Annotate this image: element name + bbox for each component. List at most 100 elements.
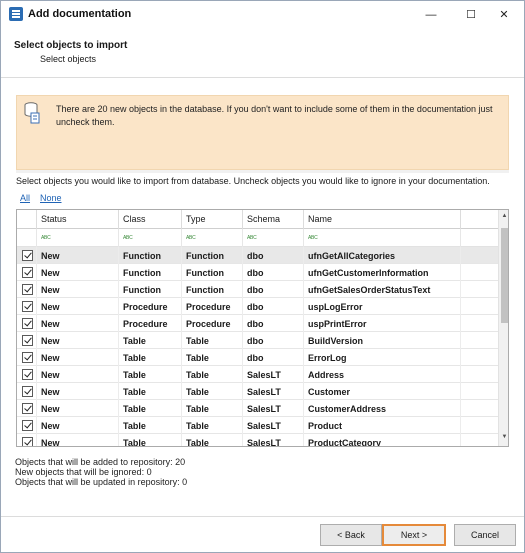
vertical-scrollbar[interactable]: ▲ ▼ [498, 210, 508, 446]
cell-name: ufnGetAllCategories [304, 247, 461, 264]
filter-icon[interactable]: ABC [41, 234, 55, 243]
cell-name: Address [304, 366, 461, 383]
close-button[interactable]: ✕ [484, 1, 524, 28]
row-checkbox[interactable] [22, 318, 33, 329]
cell-name: uspPrintError [304, 315, 461, 332]
cell-checkbox [17, 264, 37, 281]
filter-cell-name[interactable]: ABC [304, 229, 461, 247]
row-checkbox[interactable] [22, 386, 33, 397]
cell-class: Table [119, 400, 182, 417]
table-row[interactable]: New Table Table SalesLT Customer [17, 383, 498, 400]
minimize-button[interactable]: — [411, 1, 451, 28]
row-checkbox[interactable] [22, 403, 33, 414]
cell-schema: dbo [243, 264, 304, 281]
table-row[interactable]: New Table Table SalesLT Address [17, 366, 498, 383]
table-row[interactable]: New Function Function dbo ufnGetSalesOrderSt… [17, 281, 498, 298]
cell-class: Procedure [119, 298, 182, 315]
app-icon [9, 7, 23, 21]
scroll-thumb[interactable] [501, 228, 508, 323]
select-none-link[interactable]: None [40, 193, 62, 203]
table-row[interactable]: New Table Table SalesLT Product [17, 417, 498, 434]
wizard-body: There are 20 new objects in the database… [1, 79, 524, 517]
cell-type: Table [182, 383, 243, 400]
cell-checkbox [17, 315, 37, 332]
cancel-button[interactable]: Cancel [454, 524, 516, 546]
cell-type: Table [182, 349, 243, 366]
scroll-down-icon[interactable]: ▼ [501, 434, 508, 444]
cell-class: Procedure [119, 315, 182, 332]
cell-status: New [37, 247, 119, 264]
table-row[interactable]: New Procedure Procedure dbo uspLogError [17, 298, 498, 315]
filter-icon[interactable]: ABC [186, 234, 200, 243]
filter-cell-class[interactable]: ABC [119, 229, 182, 247]
cell-type: Table [182, 332, 243, 349]
column-header-class[interactable]: Class [119, 210, 182, 229]
next-button[interactable]: Next > [382, 524, 446, 546]
row-checkbox[interactable] [22, 369, 33, 380]
table-row[interactable]: New Procedure Procedure dbo uspPrintError [17, 315, 498, 332]
column-header-schema[interactable]: Schema [243, 210, 304, 229]
row-checkbox[interactable] [22, 250, 33, 261]
filter-icon[interactable]: ABC [247, 234, 261, 243]
cell-schema: SalesLT [243, 383, 304, 400]
column-header-status[interactable]: Status [37, 210, 119, 229]
cell-schema: SalesLT [243, 434, 304, 446]
cell-type: Function [182, 281, 243, 298]
row-checkbox[interactable] [22, 352, 33, 363]
cell-class: Table [119, 434, 182, 446]
cell-class: Table [119, 349, 182, 366]
step-title: Select objects to import [14, 40, 128, 51]
cell-checkbox [17, 400, 37, 417]
cell-class: Table [119, 383, 182, 400]
cell-checkbox [17, 366, 37, 383]
footer-divider [1, 516, 524, 517]
cell-status: New [37, 366, 119, 383]
filter-cell-status[interactable]: ABC [37, 229, 119, 247]
cell-name: CustomerAddress [304, 400, 461, 417]
cell-checkbox [17, 383, 37, 400]
cell-status: New [37, 417, 119, 434]
column-header-name[interactable]: Name [304, 210, 461, 229]
filter-cell-type[interactable]: ABC [182, 229, 243, 247]
table-row[interactable]: New Table Table SalesLT ProductCategory [17, 434, 498, 446]
table-row[interactable]: New Table Table dbo ErrorLog [17, 349, 498, 366]
row-checkbox[interactable] [22, 437, 33, 446]
cell-type: Procedure [182, 298, 243, 315]
table-row[interactable]: New Table Table SalesLT CustomerAddress [17, 400, 498, 417]
select-all-link[interactable]: All [20, 193, 30, 203]
cell-schema: dbo [243, 349, 304, 366]
summary-updated: Objects that will be updated in reposito… [15, 477, 188, 487]
cell-checkbox [17, 434, 37, 446]
info-message: There are 20 new objects in the database… [56, 104, 493, 127]
cell-status: New [37, 349, 119, 366]
scroll-up-icon[interactable]: ▲ [501, 213, 508, 223]
back-button[interactable]: < Back [320, 524, 382, 546]
cell-schema: SalesLT [243, 400, 304, 417]
row-checkbox[interactable] [22, 267, 33, 278]
filter-icon[interactable]: ABC [308, 234, 322, 243]
table-row[interactable]: New Function Function dbo ufnGetCustomerInfo… [17, 264, 498, 281]
row-checkbox[interactable] [22, 420, 33, 431]
cell-status: New [37, 332, 119, 349]
cell-class: Function [119, 247, 182, 264]
cell-schema: SalesLT [243, 417, 304, 434]
cell-class: Table [119, 332, 182, 349]
column-header-type[interactable]: Type [182, 210, 243, 229]
window-title: Add documentation [28, 8, 132, 20]
objects-grid[interactable]: Status Class Type Schema Name ABC ABC AB… [16, 209, 509, 447]
cell-type: Function [182, 264, 243, 281]
cell-status: New [37, 400, 119, 417]
filter-cell-schema[interactable]: ABC [243, 229, 304, 247]
dialog-window: Add documentation — ☐ ✕ Select objects t… [0, 0, 525, 553]
row-checkbox[interactable] [22, 284, 33, 295]
cell-schema: SalesLT [243, 366, 304, 383]
table-row[interactable]: New Table Table dbo BuildVersion [17, 332, 498, 349]
filter-icon[interactable]: ABC [123, 234, 137, 243]
cell-class: Table [119, 417, 182, 434]
cell-schema: dbo [243, 281, 304, 298]
row-checkbox[interactable] [22, 335, 33, 346]
cell-type: Table [182, 400, 243, 417]
row-checkbox[interactable] [22, 301, 33, 312]
table-row[interactable]: New Function Function dbo ufnGetAllCategorie… [17, 247, 498, 264]
step-subtitle: Select objects [40, 54, 97, 64]
